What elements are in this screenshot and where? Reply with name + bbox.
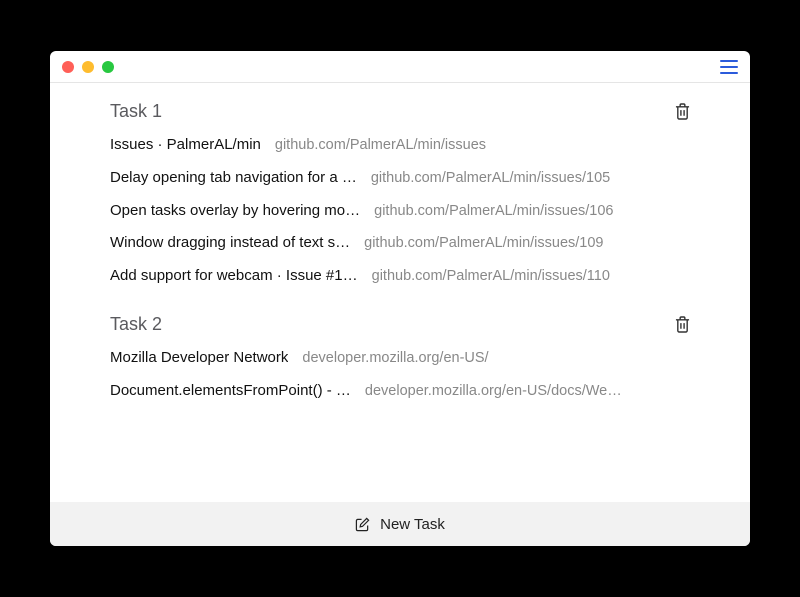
tab-item[interactable]: Issues · PalmerAL/min github.com/PalmerA… bbox=[110, 134, 690, 157]
new-task-button[interactable]: New Task bbox=[50, 502, 750, 546]
task-header: Task 1 bbox=[110, 101, 690, 122]
tab-item[interactable]: Delay opening tab navigation for a … git… bbox=[110, 167, 690, 190]
tab-item[interactable]: Add support for webcam · Issue #1… githu… bbox=[110, 265, 690, 288]
tab-title: Add support for webcam · Issue #1… bbox=[110, 265, 358, 288]
tab-title: Open tasks overlay by hovering mo… bbox=[110, 200, 360, 223]
tab-item[interactable]: Mozilla Developer Network developer.mozi… bbox=[110, 347, 690, 370]
tab-url: github.com/PalmerAL/min/issues bbox=[275, 135, 690, 157]
tab-title: Issues · PalmerAL/min bbox=[110, 134, 261, 157]
tab-title: Window dragging instead of text s… bbox=[110, 232, 350, 255]
menu-icon[interactable] bbox=[720, 60, 738, 74]
task-block: Task 1 Issues · PalmerAL/min github.com/… bbox=[110, 101, 690, 288]
window-maximize-button[interactable] bbox=[102, 61, 114, 73]
trash-icon[interactable] bbox=[675, 316, 690, 333]
tab-url: github.com/PalmerAL/min/issues/110 bbox=[372, 266, 690, 288]
task-title[interactable]: Task 2 bbox=[110, 314, 162, 335]
tab-url: developer.mozilla.org/en-US/ bbox=[302, 348, 690, 370]
task-block: Task 2 Mozilla Developer Network develop… bbox=[110, 314, 690, 403]
task-list: Task 1 Issues · PalmerAL/min github.com/… bbox=[50, 83, 750, 502]
titlebar bbox=[50, 51, 750, 83]
tab-url: github.com/PalmerAL/min/issues/106 bbox=[374, 201, 690, 223]
window-controls bbox=[62, 61, 114, 73]
tab-url: github.com/PalmerAL/min/issues/109 bbox=[364, 233, 690, 255]
tab-title: Delay opening tab navigation for a … bbox=[110, 167, 357, 190]
new-task-label: New Task bbox=[380, 516, 445, 533]
edit-icon bbox=[355, 517, 370, 532]
tab-item[interactable]: Open tasks overlay by hovering mo… githu… bbox=[110, 200, 690, 223]
app-window: Task 1 Issues · PalmerAL/min github.com/… bbox=[50, 51, 750, 546]
trash-icon[interactable] bbox=[675, 103, 690, 120]
tab-title: Mozilla Developer Network bbox=[110, 347, 288, 370]
tab-item[interactable]: Window dragging instead of text s… githu… bbox=[110, 232, 690, 255]
task-title[interactable]: Task 1 bbox=[110, 101, 162, 122]
tab-url: github.com/PalmerAL/min/issues/105 bbox=[371, 168, 690, 190]
tab-item[interactable]: Document.elementsFromPoint() - … develop… bbox=[110, 380, 690, 403]
task-header: Task 2 bbox=[110, 314, 690, 335]
window-minimize-button[interactable] bbox=[82, 61, 94, 73]
tab-title: Document.elementsFromPoint() - … bbox=[110, 380, 351, 403]
window-close-button[interactable] bbox=[62, 61, 74, 73]
tab-url: developer.mozilla.org/en-US/docs/We… bbox=[365, 381, 690, 403]
